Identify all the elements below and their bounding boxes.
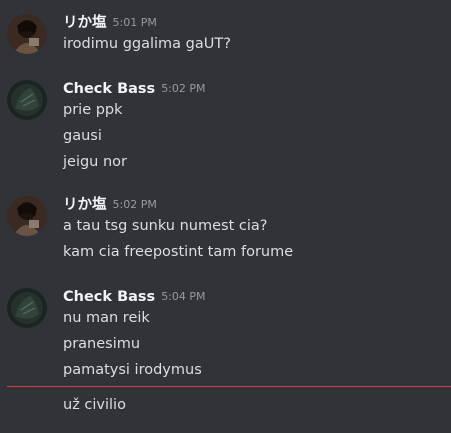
message-header: リか塩 5:02 PM xyxy=(63,194,157,215)
message-header: Check Bass 5:04 PM xyxy=(63,286,206,307)
message-text: prie ppk xyxy=(63,102,123,118)
message-text: nu man reik xyxy=(63,310,150,326)
message-text: irodimu ggalima gaUT? xyxy=(63,36,231,52)
avatar[interactable] xyxy=(7,80,47,120)
message-text: pamatysi irodymus xyxy=(63,362,202,378)
avatar[interactable] xyxy=(7,288,47,328)
message-text: už civilio xyxy=(63,397,126,413)
timestamp[interactable]: 5:01 PM xyxy=(113,16,157,29)
avatar[interactable] xyxy=(7,196,47,236)
author-name[interactable]: Check Bass xyxy=(63,289,155,305)
avatar[interactable] xyxy=(7,14,47,54)
timestamp[interactable]: 5:02 PM xyxy=(161,82,205,95)
message-text: pranesimu xyxy=(63,336,141,352)
author-name[interactable]: Check Bass xyxy=(63,81,155,97)
message-text: a tau tsg sunku numest cia? xyxy=(63,218,268,234)
message-text: kam cia freepostint tam forume xyxy=(63,244,294,260)
author-name[interactable]: リか塩 xyxy=(63,15,107,31)
message-text: jeigu nor xyxy=(63,154,128,170)
timestamp[interactable]: 5:02 PM xyxy=(113,198,157,211)
new-messages-divider xyxy=(7,386,451,387)
timestamp[interactable]: 5:04 PM xyxy=(161,290,205,303)
message-text: gausi xyxy=(63,128,102,144)
message-header: Check Bass 5:02 PM xyxy=(63,78,206,99)
author-name[interactable]: リか塩 xyxy=(63,197,107,213)
message-header: リか塩 5:01 PM xyxy=(63,12,157,33)
